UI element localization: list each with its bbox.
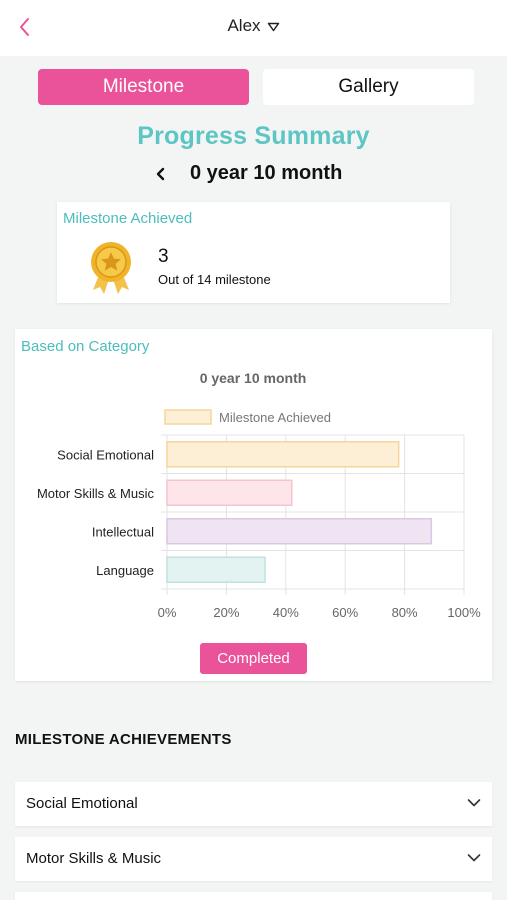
legend-swatch bbox=[164, 409, 212, 425]
category-label: Intellectual bbox=[92, 524, 154, 539]
completed-button[interactable]: Completed bbox=[200, 643, 307, 674]
legend-label: Milestone Achieved bbox=[219, 410, 331, 425]
chevron-down-icon bbox=[467, 854, 481, 862]
chart-title: 0 year 10 month bbox=[200, 370, 307, 386]
accordion-social-emotional[interactable]: Social Emotional bbox=[15, 782, 492, 826]
top-bar: Alex bbox=[0, 0, 507, 56]
achieved-total: Out of 14 milestone bbox=[158, 272, 271, 287]
medal-icon bbox=[91, 242, 131, 294]
age-label: 0 year 10 month bbox=[190, 162, 343, 184]
x-tick-label: 20% bbox=[213, 605, 239, 620]
chevron-down-icon bbox=[467, 799, 481, 807]
child-name: Alex bbox=[227, 16, 261, 35]
accordion-next-item[interactable] bbox=[15, 892, 492, 900]
accordion-motor-skills-music[interactable]: Motor Skills & Music bbox=[15, 837, 492, 881]
accordion-label: Social Emotional bbox=[26, 795, 138, 812]
bar-language bbox=[166, 556, 266, 583]
tab-gallery[interactable]: Gallery bbox=[263, 69, 474, 105]
category-label: Motor Skills & Music bbox=[37, 486, 155, 501]
x-tick-label: 60% bbox=[332, 605, 358, 620]
x-tick-label: 40% bbox=[273, 605, 299, 620]
milestone-achieved-card: Milestone Achieved 3 Out of 14 milestone bbox=[57, 202, 450, 303]
child-selector[interactable]: Alex bbox=[0, 16, 507, 36]
tab-milestone[interactable]: Milestone bbox=[38, 69, 249, 105]
bar-intellectual bbox=[166, 518, 433, 545]
category-chart-card: Based on Category 0 year 10 month Milesto… bbox=[15, 329, 492, 681]
category-label: Social Emotional bbox=[57, 447, 154, 462]
age-navigator: 0 year 10 month bbox=[0, 162, 507, 188]
bar-motor-skills-music bbox=[166, 479, 293, 506]
category-label: Language bbox=[96, 563, 154, 578]
page-title: Progress Summary bbox=[137, 122, 370, 150]
triangle-down-icon bbox=[267, 22, 279, 31]
accordion-label: Motor Skills & Music bbox=[26, 850, 162, 867]
category-bar-chart: 0 year 10 month Milestone Achieved 0% 20% 40… bbox=[37, 370, 481, 620]
achieved-count: 3 bbox=[158, 246, 169, 267]
x-tick-label: 80% bbox=[392, 605, 418, 620]
x-tick-label: 0% bbox=[158, 605, 177, 620]
chevron-left-icon bbox=[156, 167, 165, 181]
view-tabs: Milestone Gallery bbox=[38, 69, 474, 105]
achievements-heading: MILESTONE ACHIEVEMENTS bbox=[15, 731, 232, 748]
bar-social-emotional bbox=[166, 441, 400, 468]
x-tick-label: 100% bbox=[447, 605, 481, 620]
previous-age-button[interactable] bbox=[153, 162, 169, 186]
milestone-achieved-title: Milestone Achieved bbox=[63, 210, 193, 227]
